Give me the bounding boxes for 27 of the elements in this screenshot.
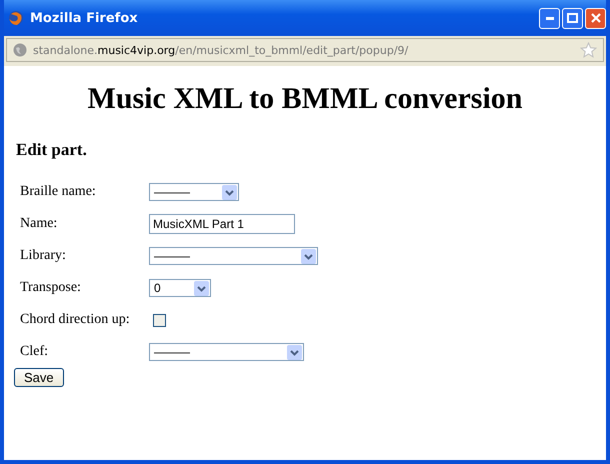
maximize-button[interactable]	[562, 8, 583, 28]
dropdown[interactable]: 0	[149, 279, 211, 297]
globe-icon	[13, 43, 27, 57]
minimize-button[interactable]	[539, 8, 560, 28]
maximize-icon	[567, 13, 578, 23]
close-button[interactable]	[585, 8, 606, 28]
field-label: Name:	[20, 216, 58, 232]
dropdown[interactable]: ———	[149, 343, 304, 361]
field-label: Clef:	[20, 344, 49, 360]
minimize-icon	[546, 16, 554, 20]
close-icon	[590, 13, 600, 23]
page-title: Music XML to BMML conversion	[86, 84, 524, 114]
field-label: Transpose:	[20, 280, 82, 296]
name-input[interactable]: MusicXML Part 1	[149, 214, 295, 234]
checkbox[interactable]	[153, 314, 166, 326]
star-icon[interactable]	[580, 42, 597, 58]
window-title: Mozilla Firefox	[30, 10, 138, 26]
dropdown[interactable]: ———	[149, 183, 239, 201]
browser-logo-icon	[8, 10, 24, 26]
field-label: Library:	[20, 248, 67, 264]
field-label: Braille name:	[20, 184, 97, 200]
field-label: Chord direction up:	[20, 312, 131, 328]
dropdown[interactable]: ———	[149, 247, 318, 265]
save-button[interactable]: Save	[14, 368, 64, 387]
url-text: standalone.music4vip.org/en/musicxml_to_bmml/edit_part/popup/9/	[33, 44, 408, 56]
section-heading: Edit part.	[16, 140, 88, 160]
address-bar[interactable]: standalone.music4vip.org/en/musicxml_to_bmml/edit_part/popup/9/	[6, 38, 604, 62]
